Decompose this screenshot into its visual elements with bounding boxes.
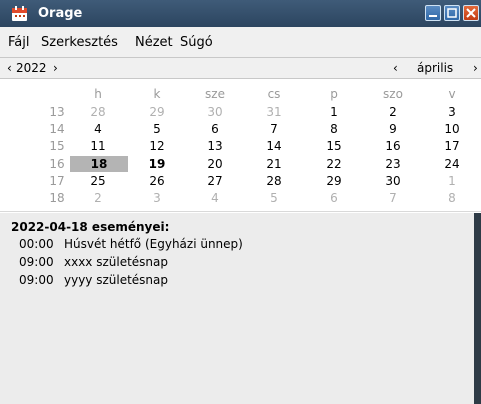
weekday-header: sze (205, 87, 225, 101)
week-number: 18 (49, 191, 65, 205)
day-cell[interactable]: 30 (370, 173, 416, 189)
day-cell[interactable]: 17 (429, 138, 475, 154)
day-cell[interactable]: 8 (429, 190, 475, 206)
weekday-header: v (448, 87, 456, 101)
day-cell[interactable]: 12 (134, 138, 180, 154)
event-item[interactable]: 00:00 Húsvét hétfő (Egyházi ünnep) (19, 236, 243, 252)
event-time: 00:00 (19, 237, 54, 251)
day-cell[interactable]: 23 (370, 156, 416, 172)
day-cell[interactable]: 14 (251, 138, 297, 154)
day-cell[interactable]: 28 (75, 104, 121, 120)
week-number: 15 (49, 139, 65, 153)
day-cell[interactable]: 29 (311, 173, 357, 189)
menu-file[interactable]: Fájl (8, 35, 29, 51)
calendar-grid: h k sze cs p szo v 13 28 29 30 31 1 2 3 … (0, 80, 481, 211)
event-item[interactable]: 09:00 yyyy születésnap (19, 272, 168, 288)
events-title: 2022-04-18 eseményei: (11, 220, 170, 234)
day-cell[interactable]: 3 (134, 190, 180, 206)
day-cell[interactable]: 16 (370, 138, 416, 154)
minimize-icon (429, 15, 437, 17)
menu-view[interactable]: Nézet (135, 35, 173, 51)
close-icon (466, 8, 476, 18)
day-cell[interactable]: 9 (370, 121, 416, 137)
day-cell[interactable]: 22 (311, 156, 357, 172)
day-cell[interactable]: 8 (311, 121, 357, 137)
weekday-header: szo (383, 87, 403, 101)
title-bar[interactable]: Orage (0, 0, 481, 27)
day-cell[interactable]: 21 (251, 156, 297, 172)
day-cell[interactable]: 6 (192, 121, 238, 137)
event-time: 09:00 (19, 255, 54, 269)
event-text: xxxx születésnap (64, 255, 169, 269)
week-number: 14 (49, 122, 65, 136)
month-label: április (417, 61, 454, 75)
events-panel[interactable]: 2022-04-18 eseményei: 00:00 Húsvét hétfő … (0, 213, 481, 404)
menu-bar: Fájl Szerkesztés Nézet Súgó (0, 27, 481, 57)
day-cell[interactable]: 4 (192, 190, 238, 206)
weekday-header: p (330, 87, 338, 101)
day-cell[interactable]: 20 (192, 156, 238, 172)
menu-help[interactable]: Súgó (180, 35, 213, 51)
orage-window: Orage Fájl Szerkesztés Nézet Súgó ‹ 2022… (0, 0, 481, 404)
event-text: yyyy születésnap (64, 273, 169, 287)
day-cell[interactable]: 13 (192, 138, 238, 154)
next-year-button[interactable]: › (53, 60, 58, 76)
menu-edit[interactable]: Szerkesztés (41, 35, 118, 51)
week-number: 13 (49, 105, 65, 119)
day-cell[interactable]: 10 (429, 121, 475, 137)
day-cell[interactable]: 1 (429, 173, 475, 189)
maximize-button[interactable] (444, 5, 460, 21)
day-cell[interactable]: 4 (75, 121, 121, 137)
day-cell[interactable]: 26 (134, 173, 180, 189)
day-cell[interactable]: 2 (75, 190, 121, 206)
next-month-button[interactable]: › (473, 60, 478, 76)
day-cell[interactable]: 11 (75, 138, 121, 154)
event-time: 09:00 (19, 273, 54, 287)
calendar-navigation: ‹ 2022 › ‹ április › (0, 58, 481, 78)
nav-separator (0, 78, 481, 79)
day-cell[interactable]: 15 (311, 138, 357, 154)
maximize-icon (447, 8, 457, 18)
weekday-header: cs (267, 87, 281, 101)
event-text: Húsvét hétfő (Egyházi ünnep) (64, 237, 243, 251)
day-cell[interactable]: 28 (251, 173, 297, 189)
calendar-icon (12, 6, 27, 21)
day-cell[interactable]: 5 (251, 190, 297, 206)
day-cell[interactable]: 7 (370, 190, 416, 206)
minimize-button[interactable] (425, 5, 441, 21)
day-cell[interactable]: 3 (429, 104, 475, 120)
day-cell[interactable]: 31 (251, 104, 297, 120)
window-edge (474, 213, 481, 404)
day-cell[interactable]: 19 (134, 156, 180, 172)
day-cell[interactable]: 24 (429, 156, 475, 172)
weekday-header: h (94, 87, 102, 101)
day-cell[interactable]: 29 (134, 104, 180, 120)
day-cell[interactable]: 25 (75, 173, 121, 189)
weekday-header: k (153, 87, 161, 101)
day-cell[interactable]: 6 (311, 190, 357, 206)
day-cell[interactable]: 7 (251, 121, 297, 137)
year-label: 2022 (16, 61, 47, 75)
close-button[interactable] (463, 5, 479, 21)
day-cell[interactable]: 2 (370, 104, 416, 120)
day-cell[interactable]: 5 (134, 121, 180, 137)
window-title: Orage (38, 6, 83, 21)
prev-month-button[interactable]: ‹ (393, 60, 398, 76)
day-cell[interactable]: 1 (311, 104, 357, 120)
day-cell[interactable]: 27 (192, 173, 238, 189)
calendar-separator (0, 211, 481, 212)
week-number: 17 (49, 174, 65, 188)
prev-year-button[interactable]: ‹ (7, 60, 12, 76)
day-cell[interactable]: 30 (192, 104, 238, 120)
selected-day-cell[interactable]: 18 (70, 156, 128, 172)
event-item[interactable]: 09:00 xxxx születésnap (19, 254, 168, 270)
